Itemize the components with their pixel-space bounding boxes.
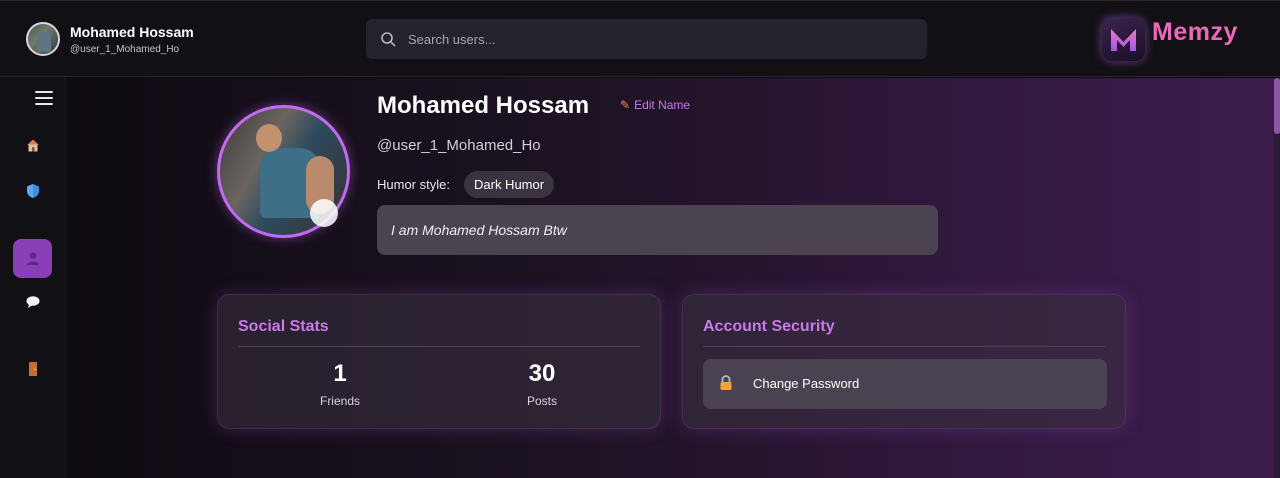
edit-name-button[interactable]: ✎ Edit Name xyxy=(620,98,690,112)
search-input[interactable] xyxy=(408,19,908,59)
sidebar-item-profile[interactable] xyxy=(13,239,52,278)
scrollbar[interactable] xyxy=(1274,78,1280,478)
social-stats-card: Social Stats 1 Friends 30 Posts xyxy=(217,294,661,429)
divider xyxy=(238,346,640,347)
pencil-icon: ✎ xyxy=(620,98,631,112)
change-password-label: Change Password xyxy=(753,376,860,391)
edit-name-label: Edit Name xyxy=(634,98,691,112)
top-bar: Mohamed Hossam @user_1_Mohamed_Ho Memzy xyxy=(0,0,1280,77)
menu-icon[interactable] xyxy=(35,91,53,105)
shield-icon[interactable] xyxy=(24,183,42,201)
profile-name: Mohamed Hossam xyxy=(377,92,590,119)
change-password-button[interactable]: Change Password xyxy=(703,359,1107,409)
sidebar xyxy=(0,77,66,478)
chat-bubble-icon[interactable] xyxy=(24,294,42,312)
door-icon[interactable] xyxy=(24,361,42,379)
header-user-name: Mohamed Hossam xyxy=(70,24,194,40)
home-icon[interactable] xyxy=(24,137,42,155)
humor-style-badge[interactable]: Dark Humor xyxy=(464,171,555,198)
brand-logo[interactable] xyxy=(1102,18,1145,61)
header-user-handle: @user_1_Mohamed_Ho xyxy=(70,44,180,55)
account-security-card: Account Security Change Password xyxy=(682,294,1126,429)
search-bar xyxy=(366,19,927,59)
change-avatar-button[interactable] xyxy=(310,199,338,227)
friends-label: Friends xyxy=(319,394,360,408)
user-avatar[interactable] xyxy=(26,22,60,56)
bio-text[interactable]: I am Mohamed Hossam Btw xyxy=(377,205,938,255)
humor-style-label: Humor style: xyxy=(377,177,450,192)
profile-main: Mohamed Hossam ✎ Edit Name @user_1_Mohame… xyxy=(67,78,1280,478)
lock-icon xyxy=(719,375,733,394)
posts-count: 30 xyxy=(528,360,556,387)
brand-name: Memzy xyxy=(1152,18,1238,46)
divider xyxy=(703,346,1105,347)
social-stats-title: Social Stats xyxy=(238,318,329,335)
friends-count: 1 xyxy=(333,360,347,387)
user-icon xyxy=(27,252,39,265)
account-security-title: Account Security xyxy=(703,318,835,335)
posts-label: Posts xyxy=(526,394,557,408)
profile-handle: @user_1_Mohamed_Ho xyxy=(377,137,541,154)
search-icon xyxy=(381,32,396,47)
